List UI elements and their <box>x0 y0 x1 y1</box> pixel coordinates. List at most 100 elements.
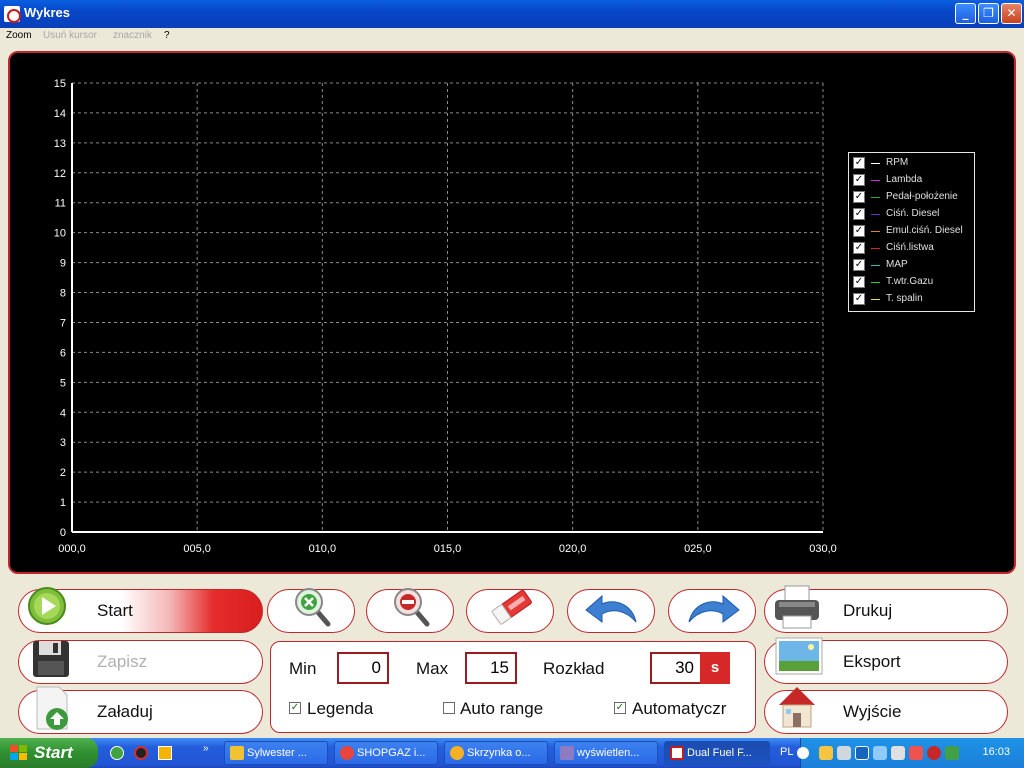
legend-item[interactable]: ✓ T. spalin <box>853 291 973 307</box>
legend-item[interactable]: ✓ Emul.ciśń. Diesel <box>853 223 973 239</box>
redo-button[interactable] <box>668 589 756 633</box>
legend-swatch <box>871 180 880 181</box>
legend-checkbox[interactable]: ✓ <box>853 157 865 169</box>
y-tick-label: 6 <box>60 347 66 359</box>
legend-item[interactable]: ✓ MAP <box>853 257 973 273</box>
tray-clock: 16:03 <box>982 746 1010 758</box>
y-tick-label: 3 <box>60 437 66 449</box>
max-input[interactable]: 15 <box>465 652 517 684</box>
printer-icon <box>775 585 819 629</box>
legend-checkbox[interactable]: ✓ <box>289 702 301 714</box>
legend-item[interactable]: ✓ Pedał-położenie <box>853 189 973 205</box>
legend-checkbox[interactable]: ✓ <box>853 259 865 271</box>
tray-sync-icon[interactable] <box>873 746 887 760</box>
eraser-icon <box>491 589 532 626</box>
minimize-button[interactable]: _ <box>955 3 976 24</box>
taskbar-item-skrzynka[interactable]: Skrzynka o... <box>444 741 548 765</box>
system-tray: 16:03 <box>797 738 1024 768</box>
legend-label: MAP <box>886 259 908 270</box>
menu-zoom[interactable]: Zoom <box>6 30 32 41</box>
load-button[interactable]: Załaduj <box>18 686 263 734</box>
quicklaunch-expand-icon[interactable]: » <box>203 743 209 754</box>
tray-bc-icon[interactable] <box>855 746 869 760</box>
tray-shield-icon[interactable] <box>927 746 941 760</box>
quicklaunch-media-icon[interactable] <box>134 746 148 760</box>
zoom-in-button[interactable] <box>267 588 355 633</box>
legend-checkbox[interactable]: ✓ <box>853 191 865 203</box>
min-input[interactable]: 0 <box>337 652 389 684</box>
legend-label: T.wtr.Gazu <box>886 276 934 287</box>
taskbar-item-sylwester[interactable]: Sylwester ... <box>224 741 328 765</box>
export-button[interactable]: Eksport <box>764 637 1008 684</box>
print-button[interactable]: Drukuj <box>764 585 1008 633</box>
quicklaunch-app-icon[interactable] <box>110 746 124 760</box>
x-tick-label: 025,0 <box>684 543 712 555</box>
taskbar-item-shopgaz[interactable]: SHOPGAZ i... <box>334 741 438 765</box>
language-indicator[interactable]: PL <box>780 746 793 758</box>
automatic-checkbox-label: Automatyczr <box>632 699 727 718</box>
zoom-out-button[interactable] <box>366 588 454 633</box>
undo-button[interactable] <box>567 589 655 633</box>
menu-help[interactable]: ? <box>164 30 170 41</box>
legend-item[interactable]: ✓ Ciśń.listwa <box>853 240 973 256</box>
menu-marker[interactable]: znacznik <box>113 30 152 41</box>
chrome-icon <box>340 746 354 760</box>
y-tick-label: 9 <box>60 258 66 270</box>
tray-network-icon[interactable] <box>837 746 851 760</box>
y-tick-label: 10 <box>54 228 66 240</box>
undo-arrow-icon <box>585 594 637 623</box>
tray-expand-icon[interactable] <box>797 747 809 759</box>
legend-swatch <box>871 248 880 249</box>
start-menu-button[interactable]: Start <box>0 738 98 768</box>
x-tick-label: 000,0 <box>58 543 86 555</box>
legend-label: Ciśń.listwa <box>886 242 934 253</box>
save-label: Zapisz <box>97 652 148 671</box>
autorange-checkbox[interactable] <box>443 702 455 714</box>
zoom-in-icon <box>295 588 331 627</box>
span-input[interactable]: 30 <box>650 652 702 684</box>
legend-swatch <box>871 163 880 164</box>
app-icon-generic <box>560 746 574 760</box>
close-button[interactable]: ✕ <box>1001 3 1022 24</box>
app-icon <box>4 6 21 23</box>
legend-item[interactable]: ✓ Ciśń. Diesel <box>853 206 973 222</box>
taskbar-item-dual-fuel[interactable]: Dual Fuel F... <box>664 741 770 765</box>
tray-security-icon[interactable] <box>909 746 923 760</box>
export-label: Eksport <box>843 652 901 671</box>
legend-item[interactable]: ✓ RPM <box>853 155 973 171</box>
legend-label: Pedał-położenie <box>886 191 958 202</box>
tray-messenger-icon[interactable] <box>819 746 833 760</box>
y-tick-label: 0 <box>60 527 66 539</box>
maximize-button[interactable]: ❐ <box>978 3 999 24</box>
chart-canvas[interactable]: 0123456789101112131415000,0 005,0 010,0 015… <box>10 53 1016 574</box>
exit-button[interactable]: Wyjście <box>764 687 1008 734</box>
menu-remove-cursor[interactable]: Usuń kursor <box>43 30 97 41</box>
legend-checkbox[interactable]: ✓ <box>853 293 865 305</box>
quicklaunch-calculator-icon[interactable] <box>158 746 172 760</box>
tray-monitor-icon[interactable] <box>891 746 905 760</box>
legend-checkbox[interactable]: ✓ <box>853 242 865 254</box>
y-tick-label: 2 <box>60 467 66 479</box>
legend-item[interactable]: ✓ Lambda <box>853 172 973 188</box>
legend-item[interactable]: ✓ T.wtr.Gazu <box>853 274 973 290</box>
mail-icon <box>450 746 464 760</box>
legend-checkbox[interactable]: ✓ <box>853 225 865 237</box>
y-tick-label: 7 <box>60 317 66 329</box>
save-button[interactable]: Zapisz <box>18 640 263 684</box>
legend-checkbox[interactable]: ✓ <box>853 174 865 186</box>
eraser-button[interactable] <box>466 589 554 633</box>
x-tick-label: 005,0 <box>183 543 211 555</box>
legend-label: Ciśń. Diesel <box>886 208 940 219</box>
tray-speaker-icon[interactable] <box>945 746 959 760</box>
automatic-checkbox[interactable]: ✓ <box>614 702 626 714</box>
legend-checkbox[interactable]: ✓ <box>853 276 865 288</box>
legend-swatch <box>871 282 880 283</box>
taskbar-item-wyswietlen[interactable]: wyświetlen... <box>554 741 658 765</box>
legend-label: Emul.ciśń. Diesel <box>886 225 963 236</box>
title-bar: Wykres _ ❐ ✕ <box>0 0 1024 28</box>
legend-checkbox[interactable]: ✓ <box>853 208 865 220</box>
y-tick-label: 8 <box>60 288 66 300</box>
legend-checkbox-label: Legenda <box>307 699 374 718</box>
legend-swatch <box>871 197 880 198</box>
start-button[interactable]: Start <box>18 587 263 633</box>
